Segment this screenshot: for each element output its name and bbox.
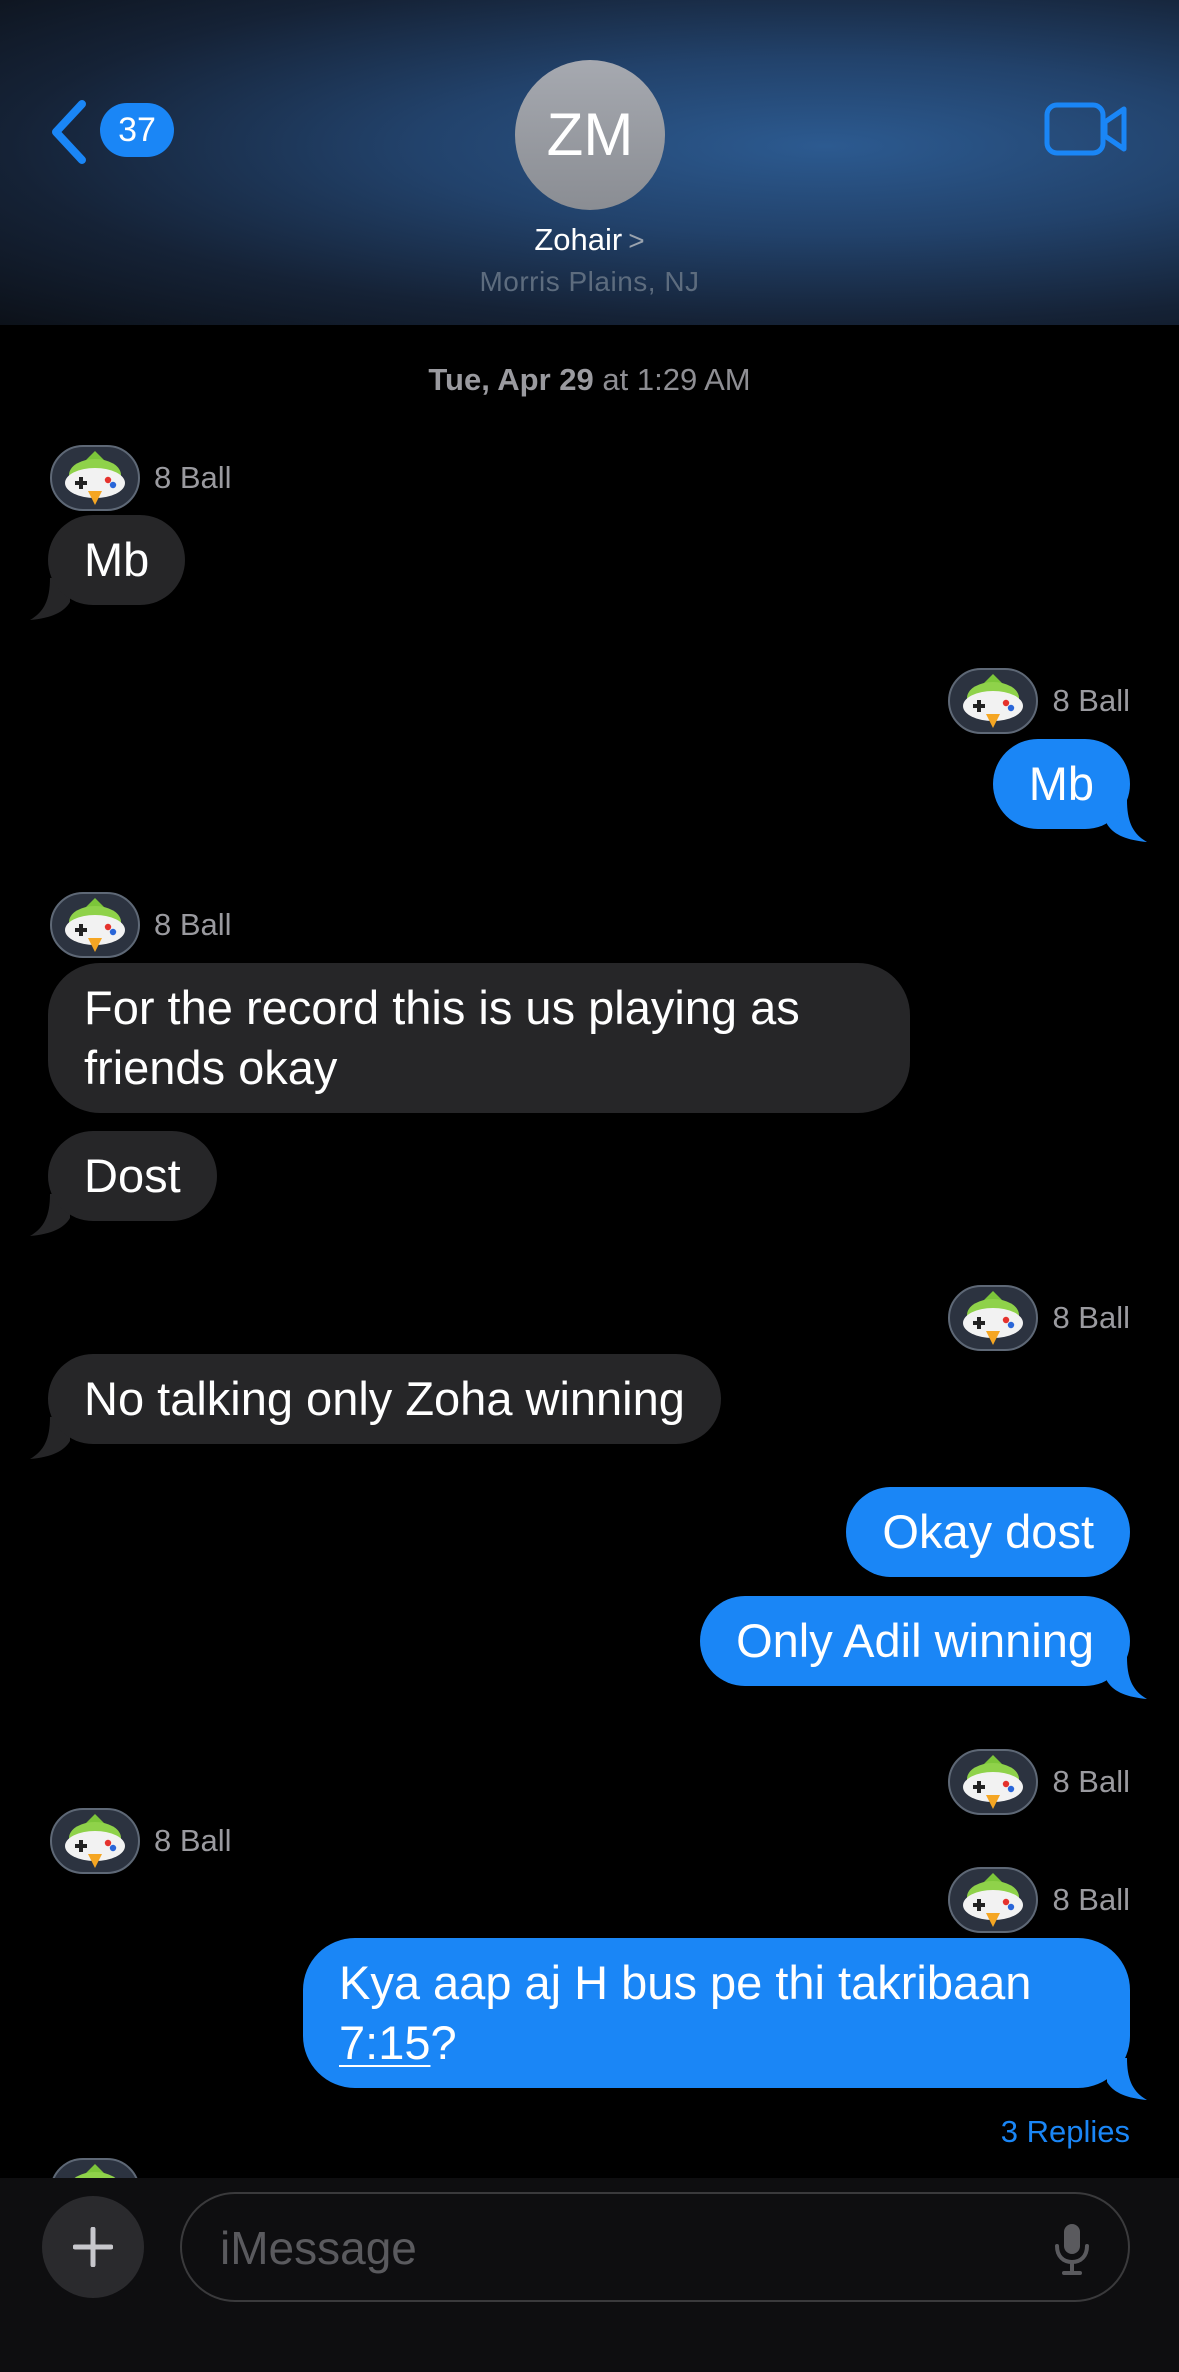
sender-label: 8 Ball: [1052, 683, 1130, 718]
sender-label: 8 Ball: [1052, 1300, 1130, 1335]
sender-row: 8 Ball: [948, 1865, 1130, 1935]
apps-button[interactable]: [42, 2196, 144, 2298]
back-chevron-icon[interactable]: [46, 100, 92, 164]
outgoing-message[interactable]: Mb: [992, 739, 1130, 829]
incoming-message[interactable]: Dost: [48, 1131, 217, 1221]
chevron-right-icon: >: [628, 225, 645, 256]
game-controller-icon[interactable]: [50, 1808, 140, 1874]
sender-row: 8 Ball: [948, 666, 1130, 736]
game-controller-icon[interactable]: [50, 445, 140, 511]
plus-icon: [73, 2227, 113, 2267]
conversation-header: 37 ZM Zohair > Morris Plains, NJ: [0, 0, 1179, 325]
incoming-message[interactable]: Mb: [48, 515, 186, 605]
contact-avatar[interactable]: ZM: [515, 60, 665, 210]
video-call-icon[interactable]: [1044, 100, 1128, 158]
sender-label: 8 Ball: [154, 1823, 232, 1858]
sender-label: 8 Ball: [154, 907, 232, 942]
game-controller-icon[interactable]: [948, 1749, 1038, 1815]
sender-row: 8 Ball: [50, 443, 232, 513]
sender-label: 8 Ball: [154, 460, 232, 495]
time-link[interactable]: 7:15: [339, 2016, 430, 2069]
message-field[interactable]: [180, 2192, 1130, 2302]
message-input[interactable]: [218, 2194, 1002, 2302]
outgoing-message[interactable]: Okay dost: [846, 1487, 1130, 1577]
sender-row: 8 Ball: [948, 1747, 1130, 1817]
microphone-icon[interactable]: [1052, 2222, 1092, 2276]
timestamp-time: at 1:29 AM: [602, 362, 751, 397]
message-text-end: ?: [430, 2016, 457, 2069]
game-controller-icon[interactable]: [948, 668, 1038, 734]
game-controller-icon[interactable]: [948, 1285, 1038, 1351]
game-controller-icon[interactable]: [948, 1867, 1038, 1933]
contact-name-row[interactable]: Zohair >: [0, 222, 1179, 258]
sender-row: 8 Ball: [50, 1806, 232, 1876]
sender-label: 8 Ball: [1052, 1882, 1130, 1917]
unread-count-badge[interactable]: 37: [100, 103, 174, 157]
incoming-message[interactable]: For the record this is us playing as fri…: [48, 963, 910, 1113]
contact-name[interactable]: Zohair: [534, 222, 622, 257]
game-controller-icon[interactable]: [50, 892, 140, 958]
game-controller-icon: [50, 2158, 140, 2178]
sender-row: 8 Ball: [948, 1283, 1130, 1353]
contact-location: Morris Plains, NJ: [479, 266, 700, 297]
sender-row: 8 Ball: [50, 890, 232, 960]
timestamp-date: Tue, Apr 29: [428, 362, 594, 397]
replies-link[interactable]: 3 Replies: [1001, 2114, 1130, 2150]
message-text: Kya aap aj H bus pe thi takribaan: [339, 1956, 1032, 2009]
sender-label: 8 Ball: [1052, 1764, 1130, 1799]
message-timestamp: Tue, Apr 29 at 1:29 AM: [0, 362, 1179, 398]
incoming-message[interactable]: No talking only Zoha winning: [48, 1354, 721, 1444]
outgoing-message[interactable]: Only Adil winning: [700, 1596, 1130, 1686]
outgoing-message[interactable]: Kya aap aj H bus pe thi takribaan 7:15?: [303, 1938, 1130, 2088]
